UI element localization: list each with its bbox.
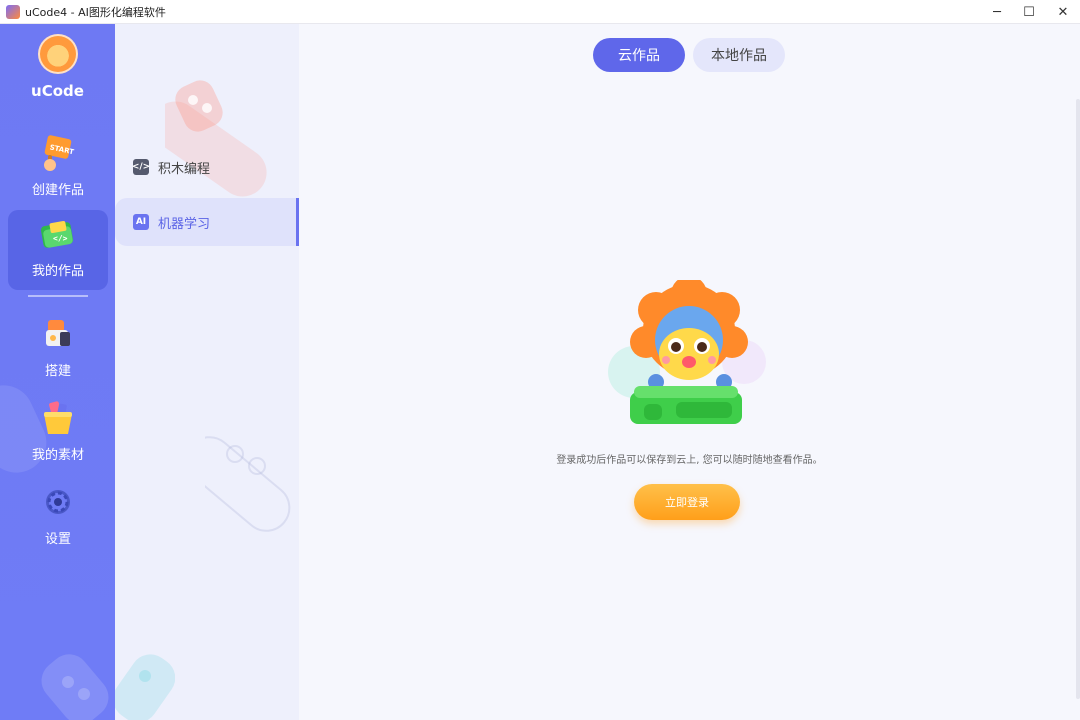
tab-local-works[interactable]: 本地作品 [693,38,785,72]
material-box-icon [44,401,72,434]
subnav-item-machine-learning[interactable]: AI 机器学习 [115,198,299,246]
brand-name: uCode [31,82,84,100]
nav-item-label: 我的作品 [31,264,84,279]
nav-item-build[interactable]: 搭建 [8,310,108,390]
maximize-button[interactable]: ☐ [1012,0,1046,24]
gear-icon [46,490,70,514]
title-bar: uCode4 - AI图形化编程软件 ─ ☐ ✕ [0,0,1080,24]
nav-item-label: 我的素材 [31,448,84,463]
login-button[interactable]: 立即登录 [634,484,740,520]
subnav-item-label: 积木编程 [158,161,211,177]
decorative-pill-shape [205,436,291,532]
main-content: 云作品 本地作品 登录成功后作品可以保存到云上, 您可以随时随地查看作品。 立即… [299,24,1080,720]
window-title: uCode4 - AI图形化编程软件 [25,5,166,19]
decorative-pill-shape [41,654,109,720]
nav-divider [28,295,88,297]
app-logo-icon [6,4,20,19]
nav-item-my-materials[interactable]: 我的素材 [8,394,108,474]
ai-icon: AI [133,214,149,230]
login-hint-text: 登录成功后作品可以保存到云上, 您可以随时随地查看作品。 [556,455,823,466]
start-flag-icon: START [44,135,75,171]
scrollbar[interactable] [1076,99,1080,699]
minimize-button[interactable]: ─ [980,0,1014,24]
tab-cloud-works[interactable]: 云作品 [593,38,685,72]
nav-item-settings[interactable]: 设置 [8,478,108,558]
nav-item-label: 设置 [44,532,71,547]
main-nav: uCode START 创建作品 </> 我的作品 搭建 我的素材 设置 [0,24,115,720]
folder-code-icon: </> [40,221,74,248]
subnav-item-block-coding[interactable]: </> 积木编程 [115,143,299,191]
nav-item-my-works[interactable]: </> 我的作品 [8,210,108,290]
close-button[interactable]: ✕ [1046,0,1080,24]
svg-text:</>: </> [53,234,68,243]
robot-build-icon [46,320,70,346]
nav-item-label: 创建作品 [31,183,84,198]
ucode-mascot-logo[interactable] [38,34,78,74]
subnav-item-label: 机器学习 [158,216,211,232]
sub-sidebar: </> 积木编程 AI 机器学习 [115,24,299,720]
nav-item-label: 搭建 [44,364,71,379]
code-block-icon: </> [132,159,150,175]
decorative-pill-shape [115,654,175,720]
nav-item-create[interactable]: START 创建作品 [8,129,108,209]
mascot-illustration [608,280,766,424]
